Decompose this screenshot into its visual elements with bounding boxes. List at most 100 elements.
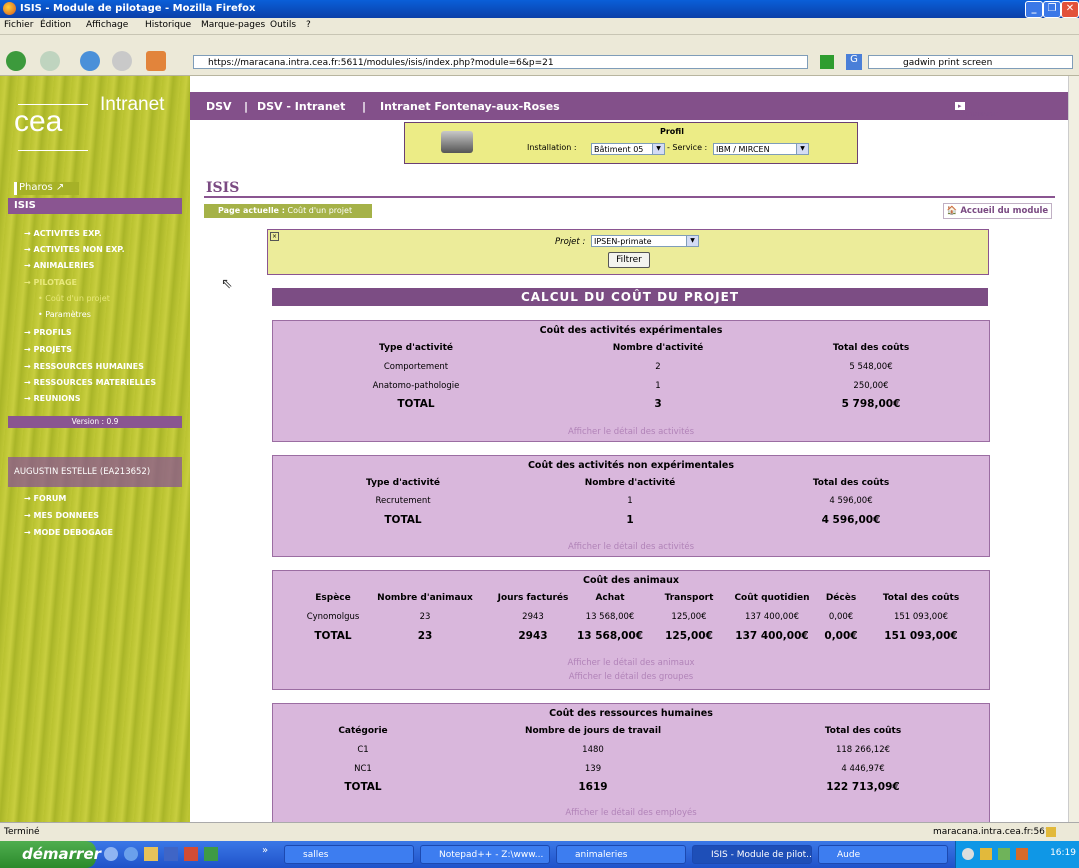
user-item-mes-donnees[interactable]: → MES DONNEES <box>24 511 99 520</box>
table-cell: 1 <box>627 496 633 506</box>
nav-dsv-intranet[interactable]: DSV - Intranet <box>257 100 345 113</box>
table-cell: 151 093,00€ <box>893 612 949 622</box>
ie-icon[interactable] <box>124 847 138 861</box>
total-value: 0,00€ <box>824 630 858 642</box>
task-animaleries[interactable]: animaleries <box>556 845 686 864</box>
sidebar-item-activites-non-exp[interactable]: → ACTIVITES NON EXP. <box>24 245 125 254</box>
sidebar-item-ressources-humaines[interactable]: → RESSOURCES HUMAINES <box>24 362 144 371</box>
status-bar: Terminé maracana.intra.cea.fr:5611 <box>0 822 1079 841</box>
table-cell: 118 266,12€ <box>835 745 891 755</box>
maximize-button[interactable]: ❐ <box>1043 1 1061 18</box>
nav-sep-2: | <box>362 100 367 113</box>
sidebar-item-ressources-materielles[interactable]: → RESSOURCES MATERIELLES <box>24 378 156 387</box>
go-icon[interactable] <box>820 55 834 69</box>
folder-icon[interactable] <box>144 847 158 861</box>
version-label: Version : 0.9 <box>8 416 182 428</box>
chevron-down-icon: ▼ <box>796 144 808 154</box>
total-label: TOTAL <box>384 514 422 526</box>
forward-icon[interactable] <box>40 51 60 71</box>
sidebar-item-projets[interactable]: → PROJETS <box>24 345 72 354</box>
nav-fontenay[interactable]: Intranet Fontenay-aux-Roses <box>380 100 560 113</box>
exp-detail-link[interactable]: Afficher le détail des activités <box>273 427 989 437</box>
projet-select[interactable]: IPSEN-primate ▼ <box>591 235 699 247</box>
task-salles[interactable]: salles <box>284 845 414 864</box>
table-cell: NC1 <box>354 764 372 774</box>
sidebar-subitem-parametres[interactable]: • Paramètres <box>38 310 91 319</box>
reload-icon[interactable] <box>80 51 100 71</box>
search-input[interactable]: gadwin print screen <box>868 55 1073 69</box>
url-input[interactable]: https://maracana.intra.cea.fr:5611/modul… <box>193 55 808 69</box>
task-notepad[interactable]: Notepad++ - Z:\www... <box>420 845 550 864</box>
window-title: ISIS - Module de pilotage - Mozilla Fire… <box>20 3 256 14</box>
user-name: AUGUSTIN ESTELLE (EA213652) <box>8 457 182 487</box>
nav-dsv[interactable]: DSV <box>206 100 232 113</box>
menu-fichier[interactable]: Fichier <box>4 20 33 30</box>
animaux-header-espece: Espèce <box>315 593 351 603</box>
total-value: 23 <box>417 630 433 642</box>
start-button[interactable]: démarrer <box>0 841 101 868</box>
windows-taskbar: démarrer » salles Notepad++ - Z:\www... … <box>0 841 1079 868</box>
user-item-mode-debogage[interactable]: → MODE DEBOGAGE <box>24 528 113 537</box>
stop-icon[interactable] <box>112 51 132 71</box>
table-cell: 5 548,00€ <box>849 362 893 372</box>
menu-outils[interactable]: Outils <box>270 20 296 30</box>
powerpoint-icon[interactable] <box>184 847 198 861</box>
quicklaunch-icon[interactable] <box>104 847 118 861</box>
sidebar-item-activites-exp[interactable]: → ACTIVITES EXP. <box>24 229 102 238</box>
table-cell: 0,00€ <box>828 612 854 622</box>
contact-link[interactable]: contact ▸ imprimer <box>955 102 998 118</box>
menu-edition[interactable]: Édition <box>40 20 71 30</box>
chevron-down-icon: ▼ <box>652 144 664 154</box>
user-item-forum[interactable]: → FORUM <box>24 494 66 503</box>
installation-select[interactable]: Bâtiment 05 ▼ <box>591 143 665 155</box>
tray-icon[interactable] <box>980 848 992 860</box>
nonexp-detail-link[interactable]: Afficher le détail des activités <box>273 542 989 552</box>
menu-historique[interactable]: Historique <box>145 20 191 30</box>
task-isis[interactable]: ISIS - Module de pilot... <box>692 845 812 864</box>
pharos-link[interactable]: Pharos ↗ <box>14 182 79 195</box>
back-icon[interactable] <box>6 51 26 71</box>
profil-title: Profil <box>660 127 684 136</box>
computer-user-icon <box>441 131 473 153</box>
chevron-right-icon[interactable]: » <box>262 845 268 856</box>
close-button[interactable]: ✕ <box>1061 1 1079 18</box>
sidebar-item-animaleries[interactable]: → ANIMALERIES <box>24 261 94 270</box>
sidebar-item-pilotage[interactable]: → PILOTAGE <box>24 278 77 287</box>
menu-help[interactable]: ? <box>306 20 311 30</box>
groupes-detail-link[interactable]: Afficher le détail des groupes <box>273 672 989 682</box>
service-select[interactable]: IBM / MIRCEN ▼ <box>713 143 809 155</box>
table-cell: 2 <box>655 362 661 372</box>
sidebar-subitem-cout-projet[interactable]: • Coût d'un projet <box>38 294 110 303</box>
rh-detail-link[interactable]: Afficher le détail des employés <box>273 808 989 818</box>
excel-icon[interactable] <box>204 847 218 861</box>
vertical-scrollbar[interactable] <box>1068 76 1079 822</box>
animaux-header-transport: Transport <box>664 593 714 603</box>
sidebar-item-reunions[interactable]: → REUNIONS <box>24 394 81 403</box>
mouse-cursor-icon: ⇖ <box>221 276 233 292</box>
home-icon[interactable] <box>146 51 166 71</box>
minimize-button[interactable]: _ <box>1025 1 1043 18</box>
tray-icon[interactable] <box>998 848 1010 860</box>
sidebar-item-profils[interactable]: → PROFILS <box>24 328 72 337</box>
animaux-header-nombre: Nombre d'animaux <box>377 593 473 603</box>
word-icon[interactable] <box>164 847 178 861</box>
total-value: 137 400,00€ <box>735 630 809 642</box>
tray-icon[interactable] <box>962 848 974 860</box>
total-label: TOTAL <box>314 630 352 642</box>
tray-icon[interactable] <box>1016 848 1028 860</box>
calc-title: CALCUL DU COÛT DU PROJET <box>272 288 988 306</box>
google-search-icon[interactable]: G <box>846 54 862 70</box>
exp-section: Coût des activités expérimentales Type d… <box>272 320 990 442</box>
menu-marque-pages[interactable]: Marque-pages <box>201 20 265 30</box>
lock-icon[interactable] <box>1046 827 1056 837</box>
table-cell: 137 400,00€ <box>744 612 800 622</box>
menu-affichage[interactable]: Affichage <box>86 20 128 30</box>
animaux-detail-link[interactable]: Afficher le détail des animaux <box>273 658 989 668</box>
table-cell: 13 568,00€ <box>585 612 635 622</box>
task-aude[interactable]: Aude <box>818 845 948 864</box>
filtrer-button[interactable]: Filtrer <box>608 252 650 268</box>
window-titlebar: ISIS - Module de pilotage - Mozilla Fire… <box>0 0 1079 18</box>
animaux-header-deces: Décès <box>825 593 857 603</box>
page-title: ISIS <box>206 180 240 196</box>
accueil-module-link[interactable]: 🏠 Accueil du module <box>943 203 1052 219</box>
